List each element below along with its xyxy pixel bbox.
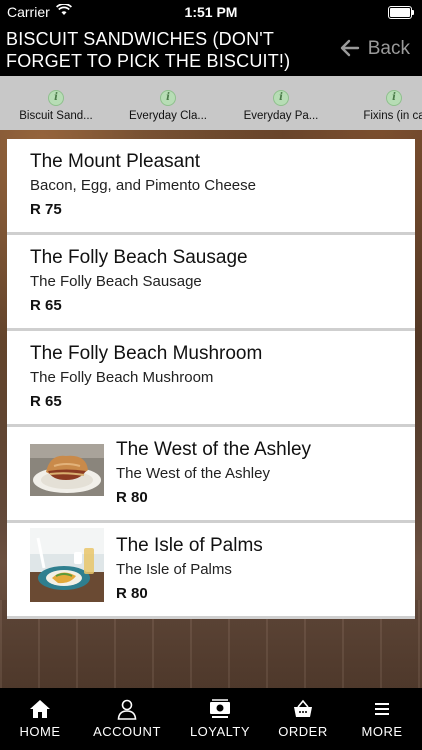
back-label: Back: [367, 38, 410, 59]
menu-item-name: The Folly Beach Sausage: [30, 247, 248, 268]
user-icon: [87, 698, 167, 722]
nav-label: ORDER: [278, 724, 328, 739]
nav-label: HOME: [19, 724, 61, 739]
menu-item-card[interactable]: The Isle of Palms The Isle of Palms R 80: [7, 523, 415, 619]
menu-item-name: The West of the Ashley: [116, 439, 312, 460]
tab-label: Fixins (in ca: [363, 110, 422, 122]
money-icon: [182, 698, 258, 722]
home-icon: [6, 698, 74, 722]
tab-biscuit-sandwiches[interactable]: i Biscuit Sand...: [4, 76, 108, 130]
bottom-nav: HOME ACCOUNT LOYALTY ORDER MORE: [0, 688, 422, 750]
menu-item-card[interactable]: The Folly Beach Mushroom The Folly Beach…: [7, 331, 415, 427]
nav-order[interactable]: ORDER: [272, 688, 334, 750]
status-bar: Carrier 1:51 PM: [0, 0, 422, 24]
nav-more[interactable]: MORE: [350, 688, 414, 750]
menu-item-card[interactable]: The West of the Ashley The West of the A…: [7, 427, 415, 523]
menu-item-price: R 65: [30, 297, 62, 314]
page-title-line-1: BISCUIT SANDWICHES (DON'T: [6, 29, 275, 49]
menu-item-price: R 75: [30, 201, 62, 218]
basket-icon: [272, 698, 334, 722]
tab-everyday-pastries[interactable]: i Everyday Pa...: [229, 76, 333, 130]
menu-item-price: R 80: [116, 489, 148, 506]
page-header: BISCUIT SANDWICHES (DON'T FORGET TO PICK…: [0, 24, 422, 76]
menu-item-description: Bacon, Egg, and Pimento Cheese: [30, 177, 256, 194]
info-icon: i: [386, 90, 402, 106]
tab-label: Everyday Pa...: [243, 110, 319, 122]
nav-label: MORE: [361, 724, 403, 739]
menu-item-price: R 80: [116, 585, 148, 602]
nav-label: LOYALTY: [189, 724, 251, 739]
menu-item-card[interactable]: The Mount Pleasant Bacon, Egg, and Pimen…: [7, 139, 415, 235]
clock: 1:51 PM: [184, 4, 238, 20]
nav-label: ACCOUNT: [93, 724, 161, 739]
page-title-line-2: FORGET TO PICK THE BISCUIT!): [6, 51, 291, 71]
menu-item-description: The Folly Beach Sausage: [30, 273, 202, 290]
nav-home[interactable]: HOME: [6, 688, 74, 750]
menu-item-card[interactable]: The Folly Beach Sausage The Folly Beach …: [7, 235, 415, 331]
menu-item-price: R 65: [30, 393, 62, 410]
tab-label: Everyday Cla...: [129, 110, 207, 122]
menu-item-description: The Folly Beach Mushroom: [30, 369, 214, 386]
menu-icon: [350, 698, 414, 722]
menu-item-name: The Folly Beach Mushroom: [30, 343, 263, 364]
battery-icon: [388, 6, 414, 19]
menu-item-name: The Isle of Palms: [116, 535, 263, 556]
food-thumbnail: [30, 444, 104, 496]
menu-item-name: The Mount Pleasant: [30, 151, 201, 172]
arrow-left-icon: [340, 39, 360, 60]
nav-loyalty[interactable]: LOYALTY: [182, 688, 258, 750]
tab-everyday-classics[interactable]: i Everyday Cla...: [116, 76, 220, 130]
info-icon: i: [160, 90, 176, 106]
page-title: BISCUIT SANDWICHES (DON'T FORGET TO PICK…: [6, 28, 306, 72]
info-icon: i: [48, 90, 64, 106]
tab-fixins[interactable]: i Fixins (in ca: [342, 76, 422, 130]
nav-account[interactable]: ACCOUNT: [87, 688, 167, 750]
tab-label: Biscuit Sand...: [19, 110, 93, 122]
category-tabs: i Biscuit Sand... i Everyday Cla... i Ev…: [0, 76, 422, 130]
menu-item-description: The Isle of Palms: [116, 561, 232, 578]
menu-item-description: The West of the Ashley: [116, 465, 270, 482]
food-thumbnail: [30, 528, 104, 602]
info-icon: i: [273, 90, 289, 106]
back-button[interactable]: Back: [340, 38, 410, 60]
